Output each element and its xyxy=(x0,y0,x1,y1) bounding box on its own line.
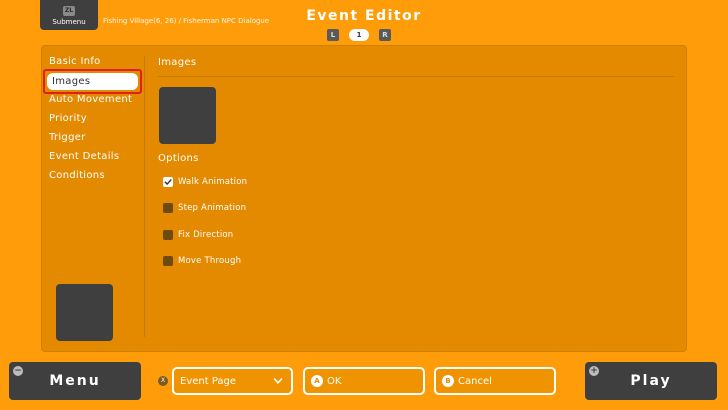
sidebar-divider xyxy=(144,56,145,337)
options-title: Options xyxy=(158,153,199,164)
sidebar-item-auto-movement[interactable]: Auto Movement xyxy=(49,94,132,105)
sidebar-item-event-details[interactable]: Event Details xyxy=(49,151,119,162)
checkbox[interactable] xyxy=(163,203,173,213)
chevron-down-icon xyxy=(273,378,283,384)
sidebar-item-priority[interactable]: Priority xyxy=(49,113,87,124)
sidebar-item-images[interactable]: Images xyxy=(43,69,142,94)
sidebar-item-basic-info[interactable]: Basic Info xyxy=(49,56,101,67)
page-title: Event Editor xyxy=(306,8,422,24)
menu-button[interactable]: − Menu xyxy=(9,362,141,400)
option-label: Walk Animation xyxy=(178,177,248,187)
current-page-indicator: 1 xyxy=(349,29,369,41)
ok-label: OK xyxy=(327,375,342,387)
checkbox[interactable] xyxy=(163,177,173,187)
sidebar: Basic Info Images Auto Movement Priority… xyxy=(42,46,145,351)
editor-panel: Basic Info Images Auto Movement Priority… xyxy=(41,45,687,352)
checkbox[interactable] xyxy=(163,256,173,266)
minus-icon: − xyxy=(13,366,23,376)
checkbox[interactable] xyxy=(163,230,173,240)
play-label: Play xyxy=(630,373,672,389)
sidebar-item-conditions[interactable]: Conditions xyxy=(49,170,105,181)
plus-icon: + xyxy=(589,366,599,376)
cancel-button[interactable]: B Cancel xyxy=(434,367,556,395)
page-switcher: L 1 R xyxy=(327,29,391,41)
image-slot[interactable] xyxy=(159,87,216,144)
cancel-label: Cancel xyxy=(458,375,492,387)
option-label: Fix Direction xyxy=(178,230,234,240)
a-key-icon: A xyxy=(311,375,323,387)
content-area: Images Options Walk Animation Step Anima… xyxy=(158,46,674,351)
option-walk-animation[interactable]: Walk Animation xyxy=(163,177,247,187)
next-page-button[interactable]: R xyxy=(379,29,391,41)
event-page-label: Event Page xyxy=(180,375,237,387)
section-divider xyxy=(158,76,674,77)
option-move-through[interactable]: Move Through xyxy=(163,256,241,266)
sidebar-item-label: Images xyxy=(47,73,138,90)
option-label: Move Through xyxy=(178,256,242,266)
x-key-icon: X xyxy=(158,376,168,386)
checkmark-icon xyxy=(164,179,172,185)
play-button[interactable]: + Play xyxy=(585,362,717,400)
option-label: Step Animation xyxy=(178,203,247,213)
option-fix-direction[interactable]: Fix Direction xyxy=(163,230,233,240)
section-title: Images xyxy=(158,57,197,68)
prev-page-button[interactable]: L xyxy=(327,29,339,41)
event-thumbnail xyxy=(56,284,113,341)
sidebar-item-trigger[interactable]: Trigger xyxy=(49,132,86,143)
option-step-animation[interactable]: Step Animation xyxy=(163,203,246,213)
menu-label: Menu xyxy=(49,373,101,389)
event-page-dropdown[interactable]: Event Page xyxy=(172,367,293,395)
ok-button[interactable]: A OK xyxy=(303,367,425,395)
b-key-icon: B xyxy=(442,375,454,387)
